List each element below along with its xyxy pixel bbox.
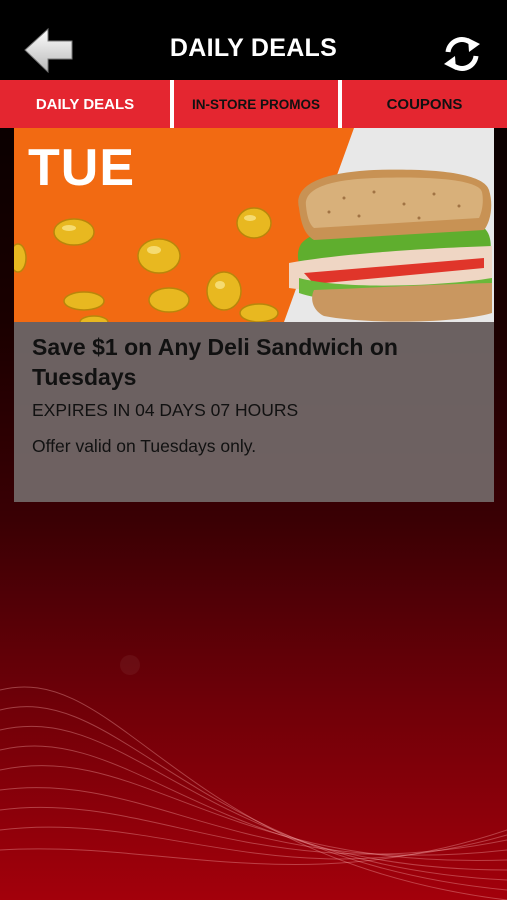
refresh-button[interactable]	[440, 34, 484, 74]
deal-card[interactable]: TUE Save $1 on Any Deli Sandwich on Tues…	[14, 128, 494, 502]
app-header: DAILY DEALS	[0, 0, 507, 80]
deal-expiry: EXPIRES IN 04 DAYS 07 HOURS	[32, 400, 299, 420]
tab-daily-deals[interactable]: DAILY DEALS	[0, 80, 170, 128]
tab-in-store-promos[interactable]: IN-STORE PROMOS	[170, 80, 342, 128]
background-waves	[0, 655, 507, 900]
page-title: DAILY DEALS	[169, 34, 338, 62]
deal-title: Save $1 on Any Deli Sandwich on Tuesdays	[32, 334, 398, 390]
tab-bar: DAILY DEALS IN-STORE PROMOS COUPONS	[0, 80, 507, 128]
deal-description: Offer valid on Tuesdays only.	[32, 436, 257, 456]
tab-coupons[interactable]: COUPONS	[342, 80, 507, 128]
refresh-icon	[444, 37, 480, 71]
sandwich-image	[289, 169, 492, 322]
deal-banner: TUE	[14, 128, 494, 322]
deal-day-label: TUE	[28, 139, 135, 197]
